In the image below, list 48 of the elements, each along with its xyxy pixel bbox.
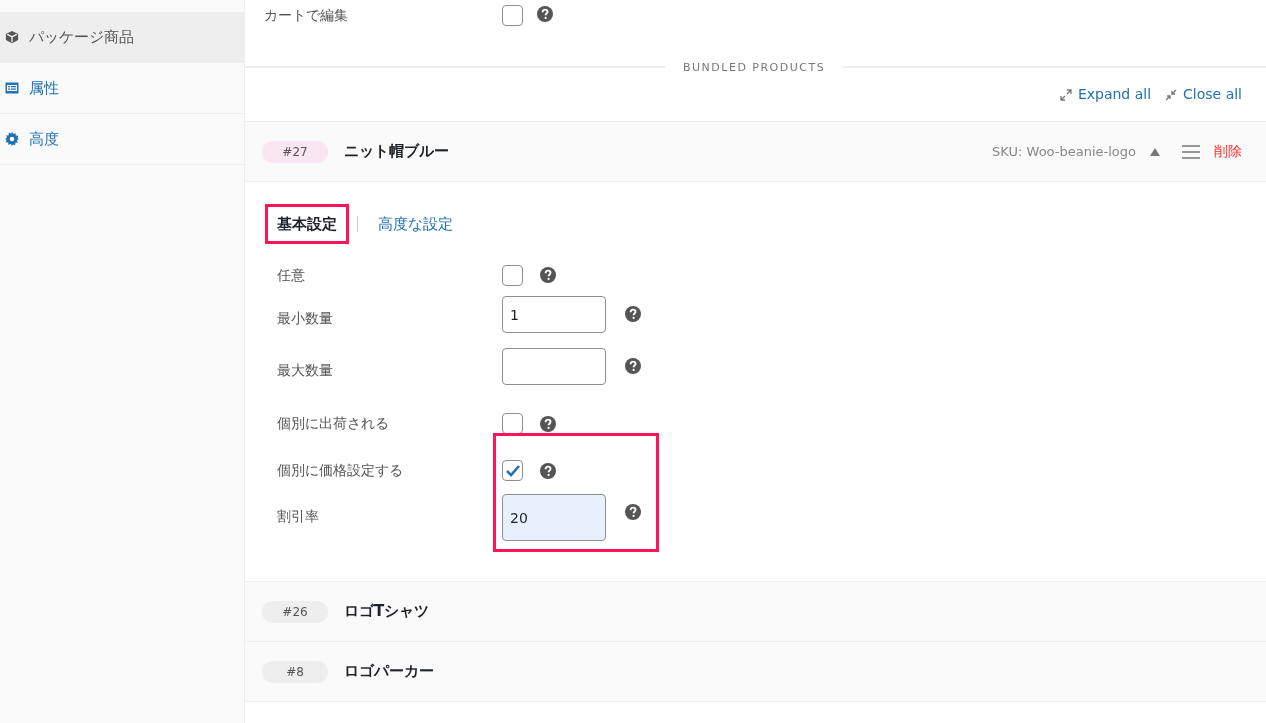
product-header[interactable]: #27 ニット帽ブルー SKU: Woo-beanie-logo 削除 xyxy=(245,122,1266,182)
action-link[interactable]: Close all xyxy=(1165,84,1242,105)
field-label: 最小数量 xyxy=(277,309,334,328)
field-label: 最大数量 xyxy=(277,361,334,380)
help-icon[interactable] xyxy=(540,267,556,283)
field-label: 割引率 xyxy=(277,507,320,526)
product-header[interactable]: #26 ロゴTシャツ xyxy=(245,582,1266,642)
number-input[interactable]: 20 xyxy=(502,494,606,541)
field-label: 個別に価格設定する xyxy=(277,461,404,480)
field-label: 個別に出荷される xyxy=(277,414,390,433)
collapse-icon xyxy=(1165,88,1178,101)
id-badge: #26 xyxy=(262,600,328,623)
checkbox[interactable] xyxy=(502,413,523,434)
field-label: 任意 xyxy=(277,265,306,285)
triangle-up-icon[interactable] xyxy=(1150,147,1160,156)
help-icon[interactable] xyxy=(540,462,556,479)
expand-icon xyxy=(1059,88,1072,101)
settings-icon xyxy=(5,132,19,146)
field-label: カートで編集 xyxy=(263,6,349,25)
help-icon[interactable] xyxy=(625,504,641,520)
remove-link[interactable]: 削除 xyxy=(1214,141,1242,162)
box-icon xyxy=(5,30,19,44)
action-link[interactable]: Expand all xyxy=(1059,84,1152,105)
checkbox[interactable] xyxy=(502,5,523,26)
sidebar-item[interactable]: パッケージ商品 xyxy=(0,12,244,63)
number-input[interactable] xyxy=(502,348,606,385)
product-name: ロゴTシャツ xyxy=(344,601,430,623)
settings-tab[interactable]: 基本設定 xyxy=(265,204,349,244)
product-name: ロゴパーカー xyxy=(344,661,434,683)
id-badge: #27 xyxy=(262,140,328,163)
sidebar-item[interactable]: 属性 xyxy=(0,63,244,114)
menu-icon[interactable] xyxy=(1182,144,1200,159)
help-icon[interactable] xyxy=(537,6,553,22)
product-name: ニット帽ブルー xyxy=(344,141,449,163)
product-header[interactable]: #8 ロゴパーカー xyxy=(245,642,1266,702)
action-label: Expand all xyxy=(1077,85,1152,104)
sku-text: SKU: Woo-beanie-logo xyxy=(992,142,1136,161)
id-badge: #8 xyxy=(262,660,328,683)
list-card-icon xyxy=(5,82,19,94)
checkbox[interactable] xyxy=(502,264,523,286)
settings-tab[interactable]: 高度な設定 xyxy=(366,204,465,244)
sidebar-item[interactable]: 高度 xyxy=(0,114,244,165)
help-icon[interactable] xyxy=(625,306,641,322)
checkbox[interactable] xyxy=(502,460,523,481)
number-input[interactable]: 1 xyxy=(502,296,606,333)
help-icon[interactable] xyxy=(625,358,641,374)
help-icon[interactable] xyxy=(540,415,556,432)
action-label: Close all xyxy=(1183,85,1242,104)
